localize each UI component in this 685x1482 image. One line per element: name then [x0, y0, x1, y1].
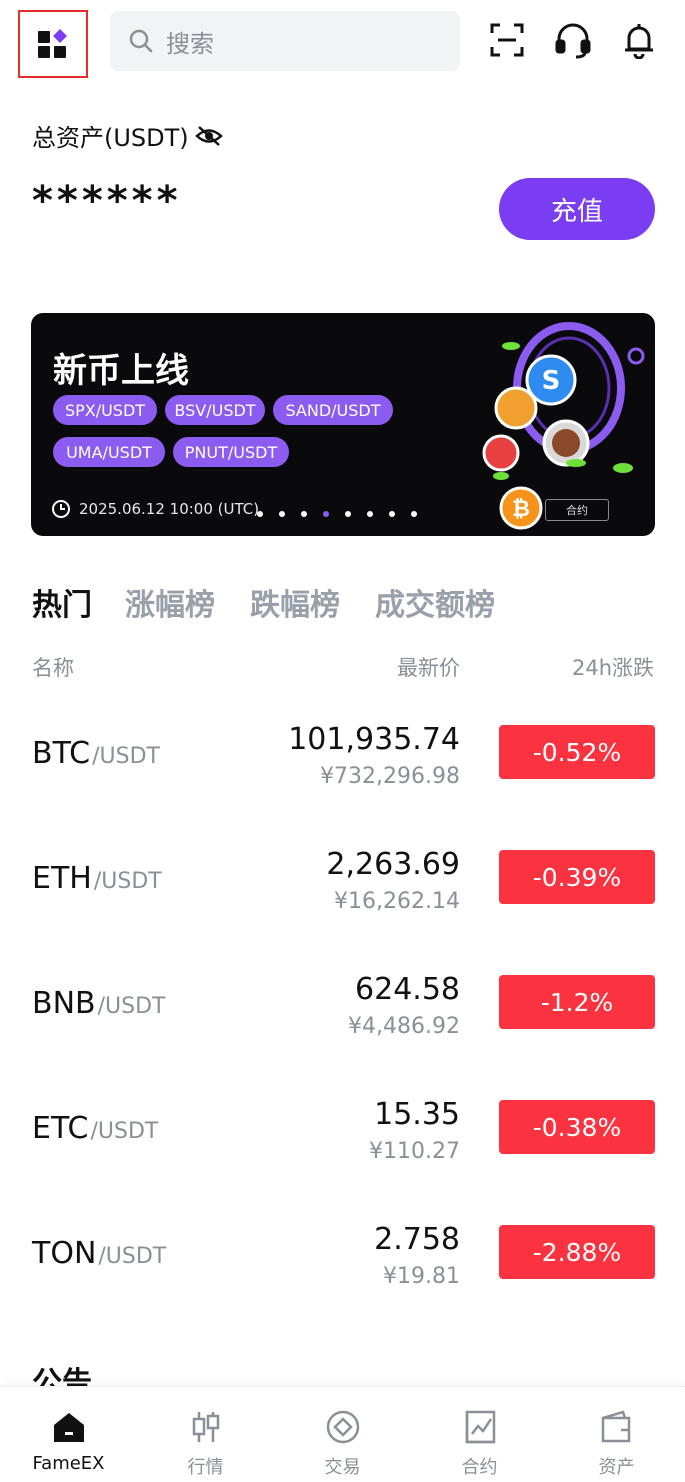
nav-label: FameEX [32, 1453, 105, 1474]
last-price: 2.758 [374, 1222, 460, 1257]
nav-label: 合约 [461, 1457, 498, 1478]
cny-price: ¥16,262.14 [334, 889, 460, 914]
bottom-nav: FameEX 行情 交易 合约 资产 [0, 1386, 685, 1482]
scan-icon [490, 23, 524, 57]
home-icon [53, 1413, 84, 1442]
banner-pair-pill: PNUT/USDT [173, 437, 289, 467]
customer-service-button[interactable] [553, 20, 593, 60]
cny-price: ¥110.27 [369, 1139, 460, 1164]
pair-quote: /USDT [92, 744, 160, 769]
last-price: 2,263.69 [326, 847, 460, 882]
banner-pair-pill: BSV/USDT [165, 395, 265, 425]
market-row[interactable]: ETC /USDT 15.35 ¥110.27 -0.38% [0, 1075, 685, 1200]
carousel-dot[interactable] [389, 511, 395, 517]
menu-button[interactable] [18, 10, 88, 78]
market-row[interactable]: TON /USDT 2.758 ¥19.81 -2.88% [0, 1200, 685, 1325]
headset-icon [555, 23, 591, 59]
pair-symbol: BNB /USDT [32, 986, 165, 1021]
column-name: 名称 [32, 656, 74, 680]
carousel-dot[interactable] [411, 511, 417, 517]
tab-losers[interactable]: 跌幅榜 [250, 580, 340, 624]
search-placeholder: 搜索 [166, 29, 214, 58]
pair-quote: /USDT [90, 1119, 159, 1144]
carousel-dot[interactable] [345, 511, 351, 517]
last-price: 624.58 [355, 972, 460, 1007]
last-price: 101,935.74 [288, 722, 460, 757]
column-price: 最新价 [397, 656, 460, 680]
menu-icon [38, 29, 67, 58]
pair-base: ETH [32, 861, 92, 896]
pair-quote: /USDT [97, 994, 166, 1019]
scan-button[interactable] [487, 20, 527, 60]
cny-price: ¥4,486.92 [348, 1014, 460, 1039]
pair-quote: /USDT [98, 1244, 167, 1269]
change-badge[interactable]: -0.52% [499, 725, 655, 779]
total-assets-label-row: 总资产(USDT) [32, 118, 223, 153]
banner-pair-pill: UMA/USDT [53, 437, 165, 467]
carousel-dot[interactable] [367, 511, 373, 517]
change-badge[interactable]: -0.38% [499, 1100, 655, 1154]
wallet-icon [601, 1410, 630, 1443]
nav-assets[interactable]: 资产 [548, 1387, 685, 1482]
market-row[interactable]: ETH /USDT 2,263.69 ¥16,262.14 -0.39% [0, 825, 685, 950]
svg-text:₿: ₿ [512, 497, 530, 522]
change-badge[interactable]: -0.39% [499, 850, 655, 904]
eye-off-icon[interactable] [194, 125, 223, 147]
banner-date: 2025.06.12 10:00 (UTC) [79, 500, 260, 518]
cny-price: ¥19.81 [383, 1264, 460, 1289]
bell-icon [625, 24, 653, 59]
promo-banner[interactable]: 新币上线 SPX/USDT BSV/USDT SAND/USDT UMA/USD… [31, 313, 655, 536]
search-input[interactable]: 搜索 [110, 11, 460, 71]
pair-symbol: ETH /USDT [32, 861, 162, 896]
banner-pair-pill: SAND/USDT [273, 395, 393, 425]
contract-tag: 合约 [545, 499, 609, 521]
svg-text:S: S [542, 366, 561, 396]
search-icon [129, 29, 153, 53]
candlestick-icon [192, 1412, 219, 1442]
pair-base: BTC [32, 736, 91, 771]
pair-base: ETC [32, 1111, 89, 1146]
nav-home[interactable]: FameEX [0, 1387, 137, 1482]
trade-icon [326, 1410, 359, 1444]
tab-gainers[interactable]: 涨幅榜 [125, 580, 215, 624]
deposit-button[interactable]: 充值 [499, 178, 655, 240]
carousel-dots [257, 511, 417, 517]
contract-chart-icon [465, 1410, 495, 1444]
market-row[interactable]: BTC /USDT 101,935.74 ¥732,296.98 -0.52% [0, 700, 685, 825]
last-price: 15.35 [374, 1097, 460, 1132]
notification-button[interactable] [619, 20, 659, 60]
total-assets-value: ****** [32, 178, 182, 224]
tab-hot[interactable]: 热门 [32, 580, 92, 624]
nav-label: 行情 [187, 1457, 224, 1478]
banner-date-row: 2025.06.12 10:00 (UTC) [51, 499, 259, 519]
nav-label: 资产 [598, 1457, 635, 1478]
banner-title: 新币上线 [53, 351, 189, 391]
nav-contract[interactable]: 合约 [411, 1387, 548, 1482]
carousel-dot[interactable] [279, 511, 285, 517]
pair-symbol: ETC /USDT [32, 1111, 158, 1146]
tab-volume[interactable]: 成交额榜 [375, 580, 495, 624]
carousel-dot[interactable] [257, 511, 263, 517]
clock-icon [52, 500, 70, 518]
pair-symbol: TON /USDT [32, 1236, 166, 1271]
change-badge[interactable]: -1.2% [499, 975, 655, 1029]
total-assets-label: 总资产(USDT) [32, 124, 189, 152]
carousel-dot[interactable] [301, 511, 307, 517]
pair-base: TON [32, 1236, 97, 1271]
change-badge[interactable]: -2.88% [499, 1225, 655, 1279]
nav-label: 交易 [324, 1457, 361, 1478]
banner-pair-pill: SPX/USDT [53, 395, 157, 425]
pair-base: BNB [32, 986, 96, 1021]
nav-trade[interactable]: 交易 [274, 1387, 411, 1482]
market-row[interactable]: BNB /USDT 624.58 ¥4,486.92 -1.2% [0, 950, 685, 1075]
pair-quote: /USDT [93, 869, 162, 894]
nav-market[interactable]: 行情 [137, 1387, 274, 1482]
cny-price: ¥732,296.98 [320, 764, 460, 789]
column-change: 24h涨跌 [571, 656, 654, 680]
pair-symbol: BTC /USDT [32, 736, 160, 771]
carousel-dot-active[interactable] [323, 511, 329, 517]
